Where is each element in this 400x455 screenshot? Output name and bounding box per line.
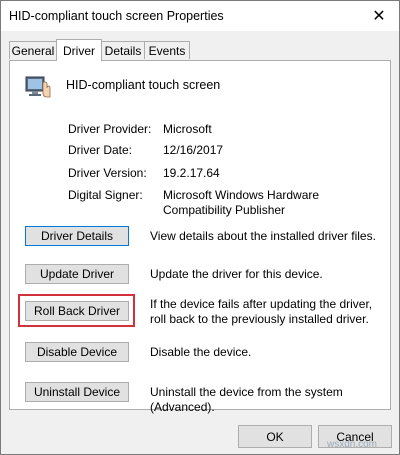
uninstall-device-button[interactable]: Uninstall Device: [25, 382, 129, 402]
window-title: HID-compliant touch screen Properties: [9, 9, 224, 23]
device-name: HID-compliant touch screen: [66, 78, 221, 92]
driver-provider-value: Microsoft: [163, 122, 212, 136]
uninstall-device-description: Uninstall the device from the system (Ad…: [150, 385, 343, 414]
close-icon[interactable]: ✕: [359, 1, 399, 31]
tab-general[interactable]: General: [9, 41, 57, 59]
properties-dialog: HID-compliant touch screen Properties ✕ …: [0, 0, 400, 455]
title-bar[interactable]: HID-compliant touch screen Properties ✕: [1, 1, 399, 31]
tab-details[interactable]: Details: [101, 41, 145, 59]
tab-driver[interactable]: Driver: [56, 39, 102, 61]
digital-signer-label: Digital Signer:: [68, 188, 143, 202]
touch-screen-device-icon: [25, 76, 51, 98]
watermark-text: wsxdn.com: [326, 439, 377, 450]
update-driver-button[interactable]: Update Driver: [25, 264, 129, 284]
driver-version-label: Driver Version:: [68, 166, 147, 180]
update-driver-description: Update the driver for this device.: [150, 267, 323, 281]
digital-signer-value: Microsoft Windows Hardware Compatibility…: [163, 188, 320, 217]
driver-version-value: 19.2.17.64: [163, 166, 220, 180]
tab-events[interactable]: Events: [144, 41, 190, 59]
driver-details-description: View details about the installed driver …: [150, 229, 376, 243]
roll-back-driver-description: If the device fails after updating the d…: [150, 297, 373, 326]
disable-device-button[interactable]: Disable Device: [25, 342, 129, 362]
roll-back-driver-button[interactable]: Roll Back Driver: [25, 301, 129, 321]
ok-button[interactable]: OK: [238, 425, 312, 448]
driver-tab-panel: HID-compliant touch screen Driver Provid…: [9, 60, 391, 414]
disable-device-description: Disable the device.: [150, 345, 252, 359]
driver-date-label: Driver Date:: [68, 143, 133, 157]
driver-date-value: 12/16/2017: [163, 143, 224, 157]
driver-details-button[interactable]: Driver Details: [25, 226, 129, 246]
driver-provider-label: Driver Provider:: [68, 122, 152, 136]
